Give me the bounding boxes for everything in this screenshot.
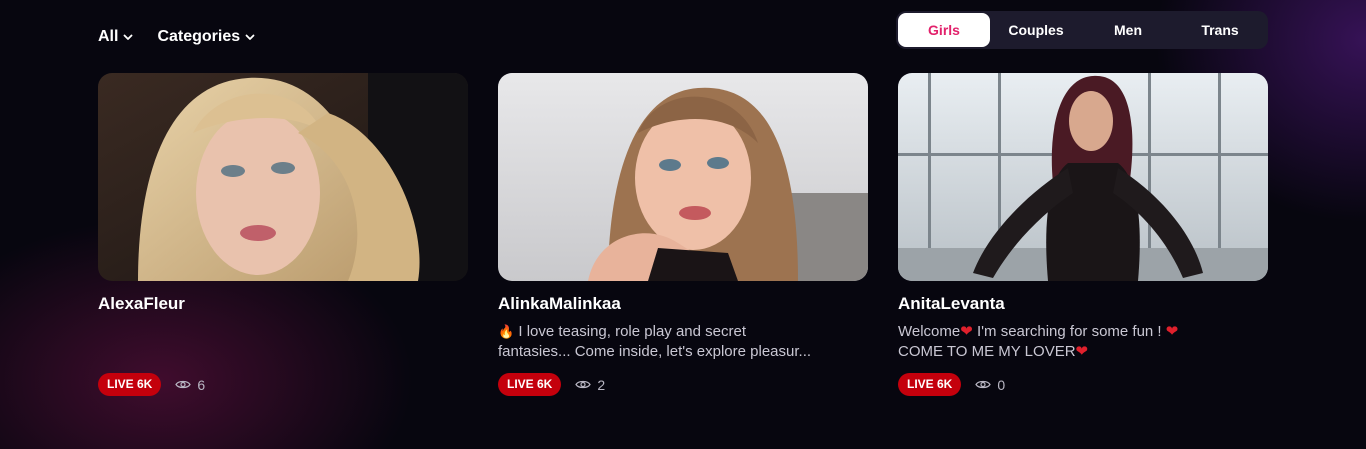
eye-icon: [975, 380, 992, 389]
model-thumbnail[interactable]: [98, 73, 468, 281]
viewer-count: 2: [575, 377, 605, 393]
categories-filter-label: Categories: [157, 28, 241, 45]
model-card[interactable]: AlexaFleur LIVE 6K 6: [98, 73, 468, 396]
filter-bar: All Categories: [98, 28, 255, 46]
categories-filter-dropdown[interactable]: Categories: [157, 28, 255, 46]
model-description: 🔥 I love teasing, role play and secret f…: [498, 323, 812, 360]
heart-icon: ❤: [960, 323, 973, 340]
model-description: [98, 322, 468, 362]
model-name[interactable]: AlinkaMalinkaa: [498, 293, 868, 315]
card-meta: LIVE 6K 0: [898, 373, 1005, 396]
model-photo: [898, 73, 1268, 281]
model-photo: [98, 73, 468, 281]
viewer-count: 6: [175, 377, 205, 393]
viewer-count-value: 0: [997, 376, 1006, 393]
model-description: Welcome❤ I'm searching for some fun ! ❤ …: [898, 323, 1179, 360]
tab-girls[interactable]: Girls: [898, 13, 990, 47]
card-meta: LIVE 6K 6: [98, 373, 205, 396]
model-card[interactable]: AlinkaMalinkaa 🔥 I love teasing, role pl…: [498, 73, 868, 396]
model-thumbnail[interactable]: [498, 73, 868, 281]
live-badge: LIVE 6K: [498, 373, 562, 396]
tab-men[interactable]: Men: [1082, 13, 1174, 47]
viewer-count-value: 2: [597, 376, 606, 393]
chevron-down-icon: [245, 34, 255, 40]
viewer-count: 0: [975, 377, 1005, 393]
gender-tabs: Girls Couples Men Trans: [896, 11, 1268, 49]
live-badge: LIVE 6K: [898, 373, 962, 396]
eye-icon: [575, 380, 592, 389]
model-card[interactable]: AnitaLevanta Welcome❤ I'm searching for …: [898, 73, 1268, 396]
viewer-count-value: 6: [197, 376, 206, 393]
page: All Categories Girls Couples Men Trans A…: [0, 0, 1366, 449]
eye-icon: [175, 380, 192, 389]
fire-emoji-icon: 🔥: [498, 324, 515, 339]
all-filter-label: All: [98, 28, 119, 45]
tab-trans[interactable]: Trans: [1174, 13, 1266, 47]
all-filter-dropdown[interactable]: All: [98, 28, 133, 46]
heart-icon: ❤: [1165, 323, 1179, 340]
model-name[interactable]: AnitaLevanta: [898, 293, 1268, 315]
card-meta: LIVE 6K 2: [498, 373, 605, 396]
model-thumbnail[interactable]: [898, 73, 1268, 281]
tab-couples[interactable]: Couples: [990, 13, 1082, 47]
model-name[interactable]: AlexaFleur: [98, 293, 468, 315]
live-badge: LIVE 6K: [98, 373, 162, 396]
heart-icon: ❤: [1075, 343, 1089, 360]
chevron-down-icon: [124, 34, 133, 40]
model-photo: [498, 73, 868, 281]
